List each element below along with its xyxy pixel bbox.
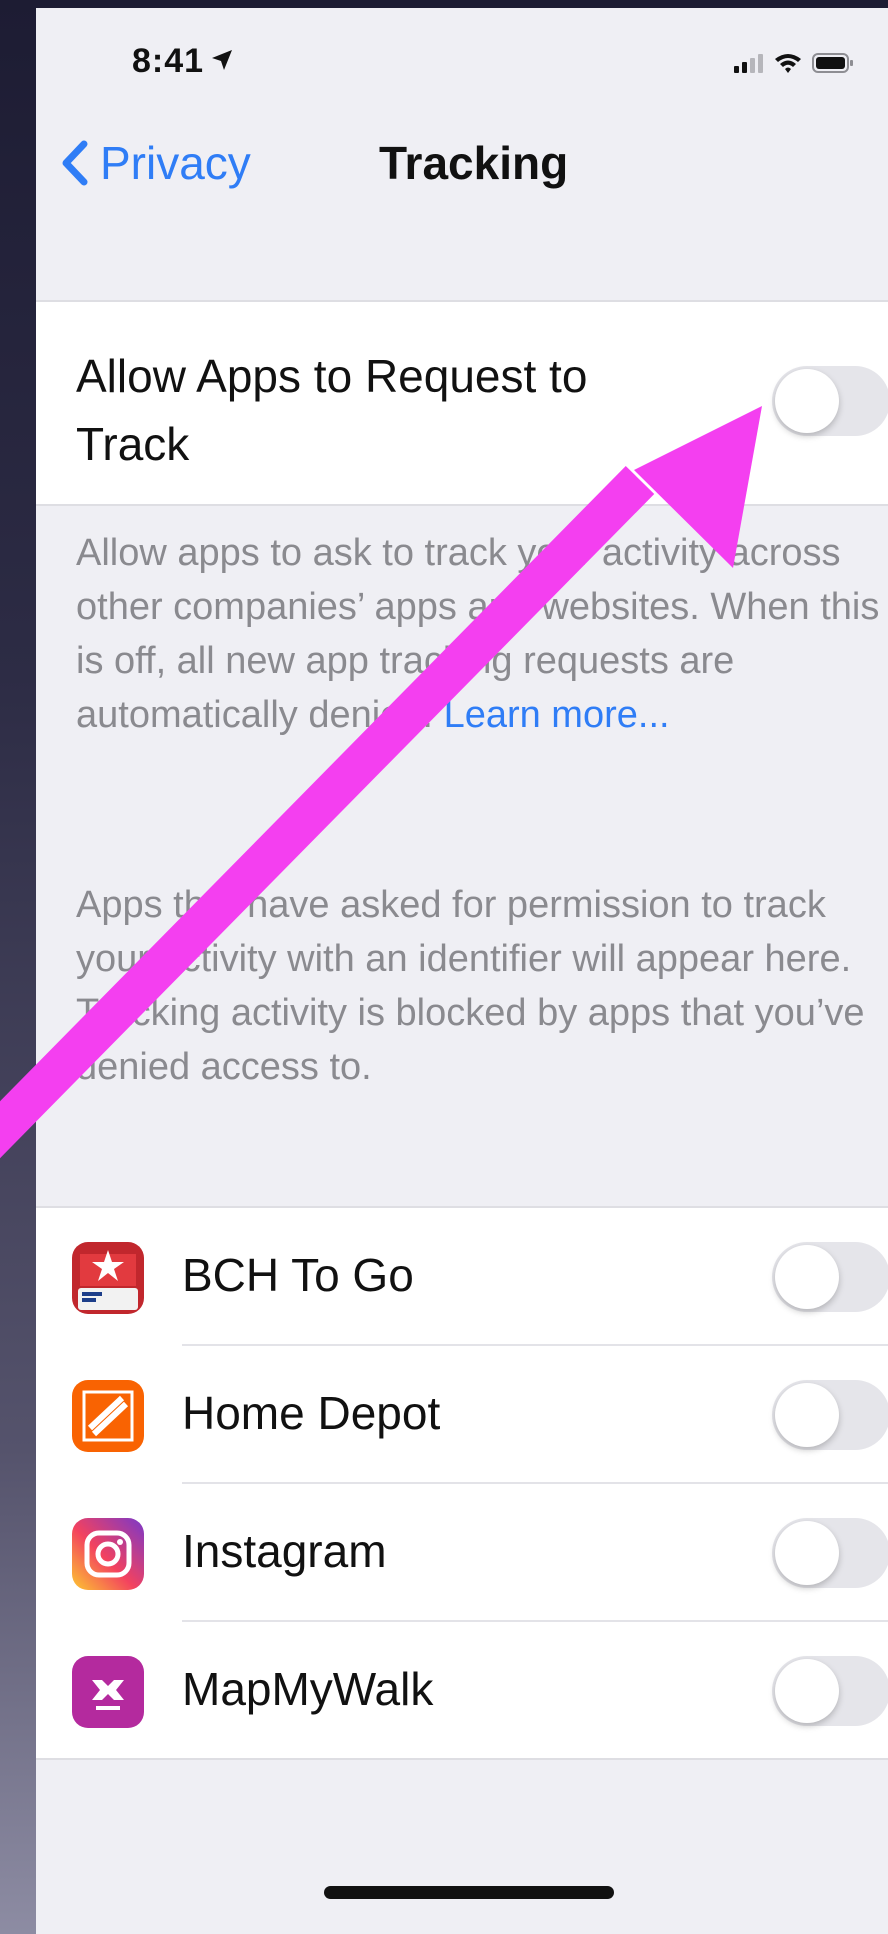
app-row-instagram: Instagram <box>36 1484 888 1622</box>
status-time: 8:41 <box>132 42 234 81</box>
settings-screen: 8:41 Privacy Tracking Allow Apps to Requ… <box>36 8 888 1934</box>
allow-tracking-toggle[interactable] <box>772 366 888 436</box>
bch-to-go-app-icon <box>72 1242 144 1314</box>
status-icons <box>734 52 854 79</box>
app-row-mapmywalk: MapMyWalk <box>36 1622 888 1760</box>
apps-info-text: Apps that have asked for permission to t… <box>76 884 865 1088</box>
wifi-icon <box>774 52 802 79</box>
app-name: Instagram <box>182 1525 387 1577</box>
allow-tracking-card: Allow Apps to Request to Track <box>36 300 888 506</box>
battery-icon <box>812 52 854 79</box>
app-name: Home Depot <box>182 1387 441 1439</box>
cellular-signal-icon <box>734 53 764 78</box>
instagram-app-icon <box>72 1518 144 1590</box>
page-title: Tracking <box>379 137 569 189</box>
toggle-knob <box>775 1659 839 1723</box>
apps-list: BCH To Go Home Depot Instagram MapMyWalk <box>36 1206 888 1760</box>
mapmywalk-app-icon <box>72 1656 144 1728</box>
back-button-label: Privacy <box>100 137 251 189</box>
app-row-bch-to-go: BCH To Go <box>36 1208 888 1346</box>
allow-tracking-label: Allow Apps to Request to Track <box>76 350 588 470</box>
navigation-bar: Privacy Tracking <box>36 118 888 208</box>
app-name: BCH To Go <box>182 1249 414 1301</box>
location-arrow-icon <box>210 42 234 81</box>
home-depot-tracking-toggle[interactable] <box>772 1380 888 1450</box>
clock: 8:41 <box>132 42 205 80</box>
instagram-tracking-toggle[interactable] <box>772 1518 888 1588</box>
toggle-knob <box>775 1383 839 1447</box>
toggle-knob <box>775 1245 839 1309</box>
status-bar: 8:41 <box>36 8 888 118</box>
chevron-left-icon <box>54 136 100 190</box>
toggle-knob <box>775 369 839 433</box>
toggle-knob <box>775 1521 839 1585</box>
mapmywalk-tracking-toggle[interactable] <box>772 1656 888 1726</box>
back-button[interactable]: Privacy <box>54 136 251 190</box>
home-indicator[interactable] <box>324 1886 614 1899</box>
home-depot-app-icon <box>72 1380 144 1452</box>
bch-to-go-tracking-toggle[interactable] <box>772 1242 888 1312</box>
tracking-description: Allow apps to ask to track your activity… <box>76 526 888 742</box>
app-name: MapMyWalk <box>182 1663 434 1715</box>
app-row-home-depot: Home Depot <box>36 1346 888 1484</box>
learn-more-link[interactable]: Learn more... <box>444 694 670 736</box>
